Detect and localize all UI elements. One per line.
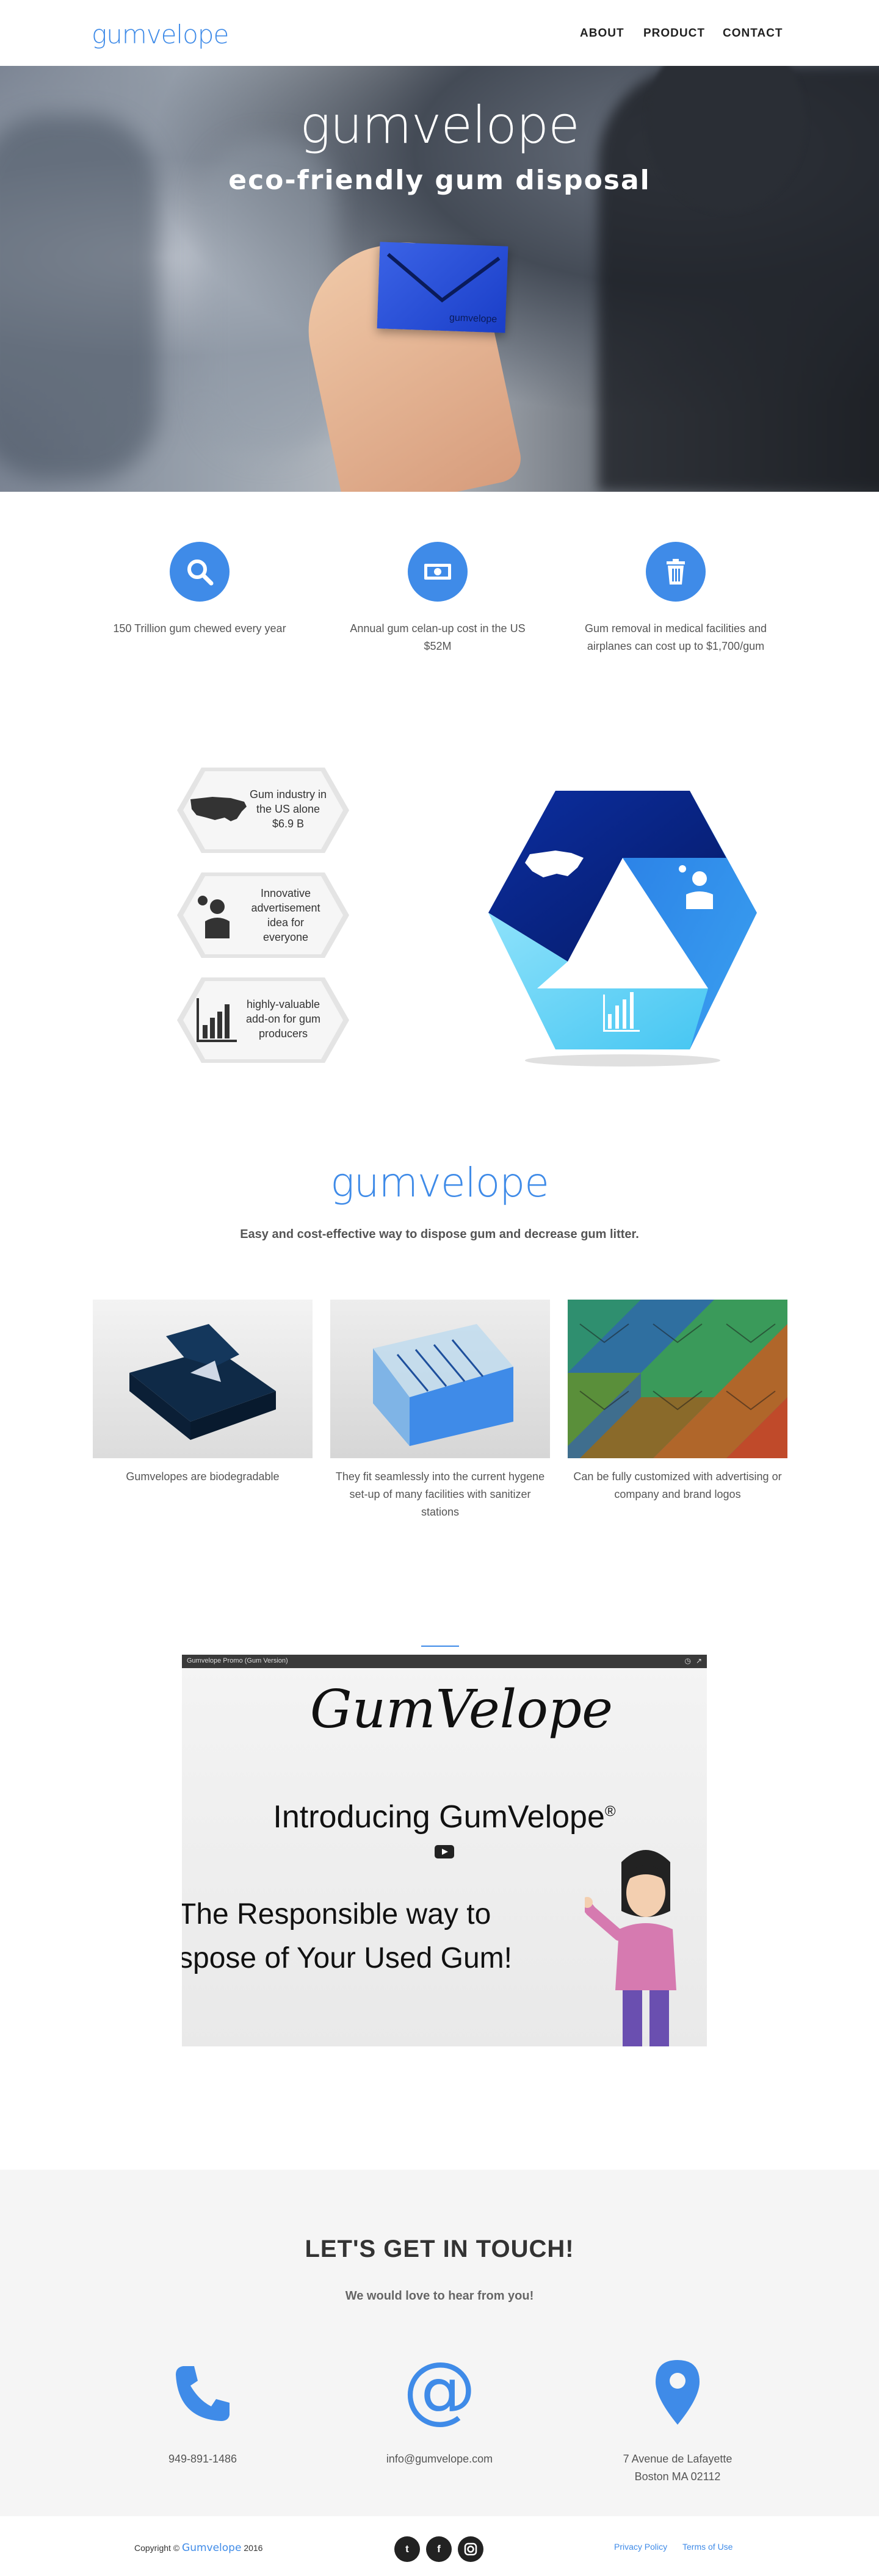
trash-icon xyxy=(646,542,706,602)
us-map-icon xyxy=(190,797,247,821)
site-logo[interactable]: gumvelope xyxy=(92,20,229,49)
contact-address: 7 Avenue de Lafayette Boston MA 02112 xyxy=(580,2450,775,2486)
contact-subtitle: We would love to hear from you! xyxy=(345,2289,534,2303)
twitter-icon[interactable]: t xyxy=(394,2536,420,2562)
phone-icon[interactable] xyxy=(172,2362,233,2423)
site-footer: Copyright © Gumvelope 2016 t f Privacy P… xyxy=(0,2516,879,2576)
nav-contact[interactable]: CONTACT xyxy=(723,27,783,40)
product-caption: Gumvelopes are biodegradable xyxy=(126,1470,280,1483)
video-title-bar: Gumvelope Promo (Gum Version) ◷ ↗ xyxy=(182,1655,707,1668)
contact-phone[interactable]: 949-891-1486 xyxy=(105,2450,300,2468)
idea-person-icon xyxy=(198,896,230,938)
copyright-prefix: Copyright © xyxy=(134,2543,180,2553)
video-line1: The Responsible way to xyxy=(182,1898,491,1930)
feature-text: Gum industry in the US alone $6.9 B xyxy=(249,788,327,830)
product-tagline: Easy and cost-effective way to dispose g… xyxy=(240,1228,639,1241)
stat-text: Annual gum celan-up cost in the US $52M xyxy=(350,622,526,652)
product-image-envelope xyxy=(93,1300,313,1458)
video-brand-script: GumVelope xyxy=(310,1679,613,1740)
feature-text: highly-valuable add-on for gum producers xyxy=(245,998,321,1040)
address-line1: 7 Avenue de Lafayette xyxy=(623,2453,733,2465)
video-line2: spose of Your Used Gum! xyxy=(182,1942,512,1974)
stat-text: Gum removal in medical facilities and ai… xyxy=(584,622,767,652)
clock-icon[interactable]: ◷ xyxy=(685,1657,691,1665)
youtube-play-icon[interactable] xyxy=(435,1845,454,1858)
product-image-dispenser xyxy=(330,1300,550,1458)
video-player[interactable]: Gumvelope Promo (Gum Version) ◷ ↗ GumVel… xyxy=(182,1655,707,2046)
address-line2: Boston MA 02112 xyxy=(634,2470,721,2483)
search-icon xyxy=(170,542,230,602)
terms-of-use-link[interactable]: Terms of Use xyxy=(682,2542,733,2552)
share-icon[interactable]: ↗ xyxy=(696,1657,702,1665)
money-icon xyxy=(408,542,468,602)
stat-text: 150 Trillion gum chewed every year xyxy=(113,622,286,635)
at-sign-icon[interactable]: @ xyxy=(403,2350,476,2430)
product-caption: Can be fully customized with advertising… xyxy=(573,1470,782,1500)
video-heading-text: Introducing GumVelope xyxy=(273,1799,605,1835)
site-header: gumvelope ABOUT PRODUCT CONTACT xyxy=(0,0,879,66)
nav-product[interactable]: PRODUCT xyxy=(643,27,705,40)
envelope-image: gumvelope xyxy=(377,242,508,333)
product-logo: gumvelope xyxy=(330,1159,549,1206)
location-pin-icon xyxy=(656,2360,700,2425)
privacy-policy-link[interactable]: Privacy Policy xyxy=(614,2542,667,2552)
triangle-hexagon-graphic xyxy=(488,791,757,1067)
cartoon-woman-image xyxy=(585,1850,676,2046)
feature-hexagon: highly-valuable add-on for gum producers xyxy=(177,975,349,1065)
product-caption: They fit seamlessly into the current hyg… xyxy=(335,1470,545,1518)
product-image-colors xyxy=(568,1300,787,1458)
instagram-icon[interactable] xyxy=(458,2536,483,2562)
contact-email[interactable]: info@gumvelope.com xyxy=(342,2450,537,2468)
nav-about[interactable]: ABOUT xyxy=(580,27,624,40)
hero-banner: gumvelope gumvelope eco-friendly gum dis… xyxy=(0,66,879,492)
facebook-icon[interactable]: f xyxy=(426,2536,452,2562)
copyright: Copyright © Gumvelope 2016 xyxy=(134,2542,262,2554)
registered-mark: ® xyxy=(604,1803,616,1820)
hero-title: gumvelope xyxy=(300,95,580,155)
envelope-label: gumvelope xyxy=(449,312,497,325)
footer-brand[interactable]: Gumvelope xyxy=(182,2542,241,2554)
feature-text: Innovative advertisement idea for everyo… xyxy=(251,887,320,943)
feature-hexagon: Innovative advertisement idea for everyo… xyxy=(177,870,349,960)
bar-chart-icon xyxy=(197,998,237,1042)
video-divider xyxy=(421,1646,459,1647)
video-heading: Introducing GumVelope® xyxy=(182,1799,707,1835)
contact-section: LET'S GET IN TOUCH! We would love to hea… xyxy=(0,2170,879,2516)
hero-subtitle: eco-friendly gum disposal xyxy=(228,165,651,196)
video-title: Gumvelope Promo (Gum Version) xyxy=(187,1657,288,1664)
copyright-year: 2016 xyxy=(244,2543,263,2553)
contact-title: LET'S GET IN TOUCH! xyxy=(305,2236,574,2262)
feature-hexagon: Gum industry in the US alone $6.9 B xyxy=(177,765,349,855)
